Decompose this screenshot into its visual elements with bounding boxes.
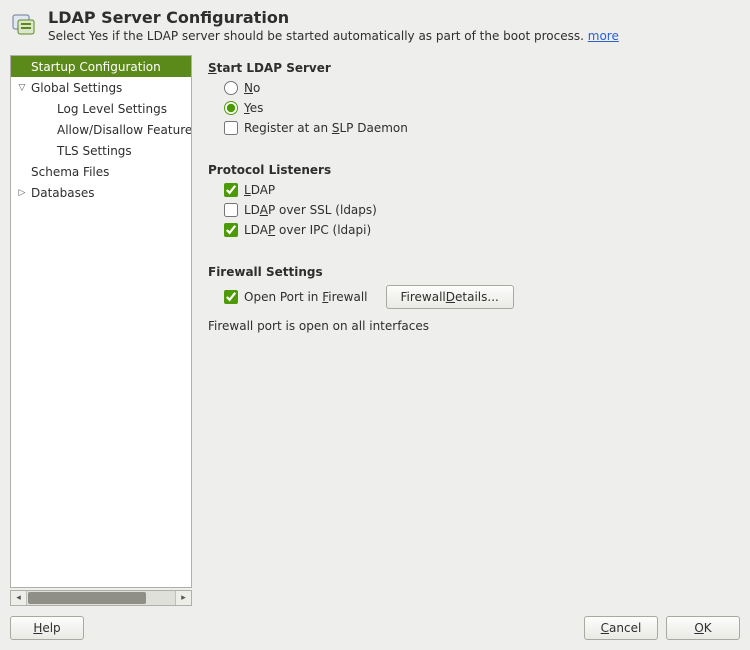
tree-item-label: Allow/Disallow Features [43, 123, 192, 137]
radio-no-row[interactable]: No [224, 81, 736, 95]
tree-item-label: TLS Settings [43, 144, 132, 158]
header-text: LDAP Server Configuration Select Yes if … [48, 8, 619, 43]
start-yes-label: Yes [244, 101, 263, 115]
tree-item-schema-files[interactable]: Schema Files [11, 161, 191, 182]
slp-checkbox[interactable] [224, 121, 238, 135]
tree-item-log-level-settings[interactable]: Log Level Settings [11, 98, 191, 119]
section-start-title: Start LDAP Server [208, 61, 736, 75]
tree-item-startup-configuration[interactable]: Startup Configuration [11, 56, 191, 77]
scroll-thumb[interactable] [28, 592, 146, 604]
tree-expander-icon[interactable]: ▽ [15, 83, 29, 93]
tree-item-global-settings[interactable]: ▽Global Settings [11, 77, 191, 98]
ldap-label: LDAP [244, 183, 275, 197]
ldapi-checkbox[interactable] [224, 223, 238, 237]
tree-item-label: Databases [29, 186, 95, 200]
start-yes-radio[interactable] [224, 101, 238, 115]
page-title: LDAP Server Configuration [48, 8, 619, 27]
radio-yes-row[interactable]: Yes [224, 101, 736, 115]
slp-label: Register at an SLP Daemon [244, 121, 408, 135]
open-port-label: Open Port in Firewall [244, 290, 368, 304]
firewall-status-text: Firewall port is open on all interfaces [208, 319, 736, 333]
tree-item-label: Log Level Settings [43, 102, 167, 116]
section-protocol-title: Protocol Listeners [208, 163, 736, 177]
tree-horizontal-scrollbar[interactable]: ◂ ▸ [10, 590, 192, 606]
ldap-server-icon [10, 10, 38, 41]
sidebar: Startup Configuration▽Global SettingsLog… [10, 55, 192, 606]
footer: Help Cancel OK [0, 606, 750, 650]
ldap-checkbox[interactable] [224, 183, 238, 197]
ldapi-label: LDAP over IPC (ldapi) [244, 223, 371, 237]
ldapi-row[interactable]: LDAP over IPC (ldapi) [224, 223, 736, 237]
main-panel: Start LDAP Server No Yes Register at an … [200, 55, 740, 606]
tree-item-label: Global Settings [29, 81, 122, 95]
tree-item-allow-disallow-features[interactable]: Allow/Disallow Features [11, 119, 191, 140]
firewall-details-button[interactable]: Firewall Details... [386, 285, 514, 309]
firewall-row[interactable]: Open Port in Firewall Firewall Details..… [224, 285, 736, 309]
tree-item-label: Startup Configuration [29, 60, 161, 74]
open-port-checkbox[interactable] [224, 290, 238, 304]
ldaps-label: LDAP over SSL (ldaps) [244, 203, 377, 217]
tree-item-tls-settings[interactable]: TLS Settings [11, 140, 191, 161]
help-button[interactable]: Help [10, 616, 84, 640]
ldap-row[interactable]: LDAP [224, 183, 736, 197]
header: LDAP Server Configuration Select Yes if … [0, 0, 750, 55]
more-link[interactable]: more [588, 29, 619, 43]
tree-expander-icon[interactable]: ▷ [15, 188, 29, 198]
tree-item-label: Schema Files [29, 165, 109, 179]
ldaps-row[interactable]: LDAP over SSL (ldaps) [224, 203, 736, 217]
page-subtitle: Select Yes if the LDAP server should be … [48, 29, 619, 43]
start-no-radio[interactable] [224, 81, 238, 95]
start-no-label: No [244, 81, 260, 95]
cancel-button[interactable]: Cancel [584, 616, 658, 640]
section-firewall-title: Firewall Settings [208, 265, 736, 279]
scroll-right-arrow-icon[interactable]: ▸ [175, 591, 191, 605]
scroll-left-arrow-icon[interactable]: ◂ [11, 591, 27, 605]
nav-tree[interactable]: Startup Configuration▽Global SettingsLog… [10, 55, 192, 588]
ldaps-checkbox[interactable] [224, 203, 238, 217]
ldap-config-window: LDAP Server Configuration Select Yes if … [0, 0, 750, 650]
tree-item-databases[interactable]: ▷Databases [11, 182, 191, 203]
slp-row[interactable]: Register at an SLP Daemon [224, 121, 736, 135]
scroll-track[interactable] [27, 591, 175, 605]
ok-button[interactable]: OK [666, 616, 740, 640]
